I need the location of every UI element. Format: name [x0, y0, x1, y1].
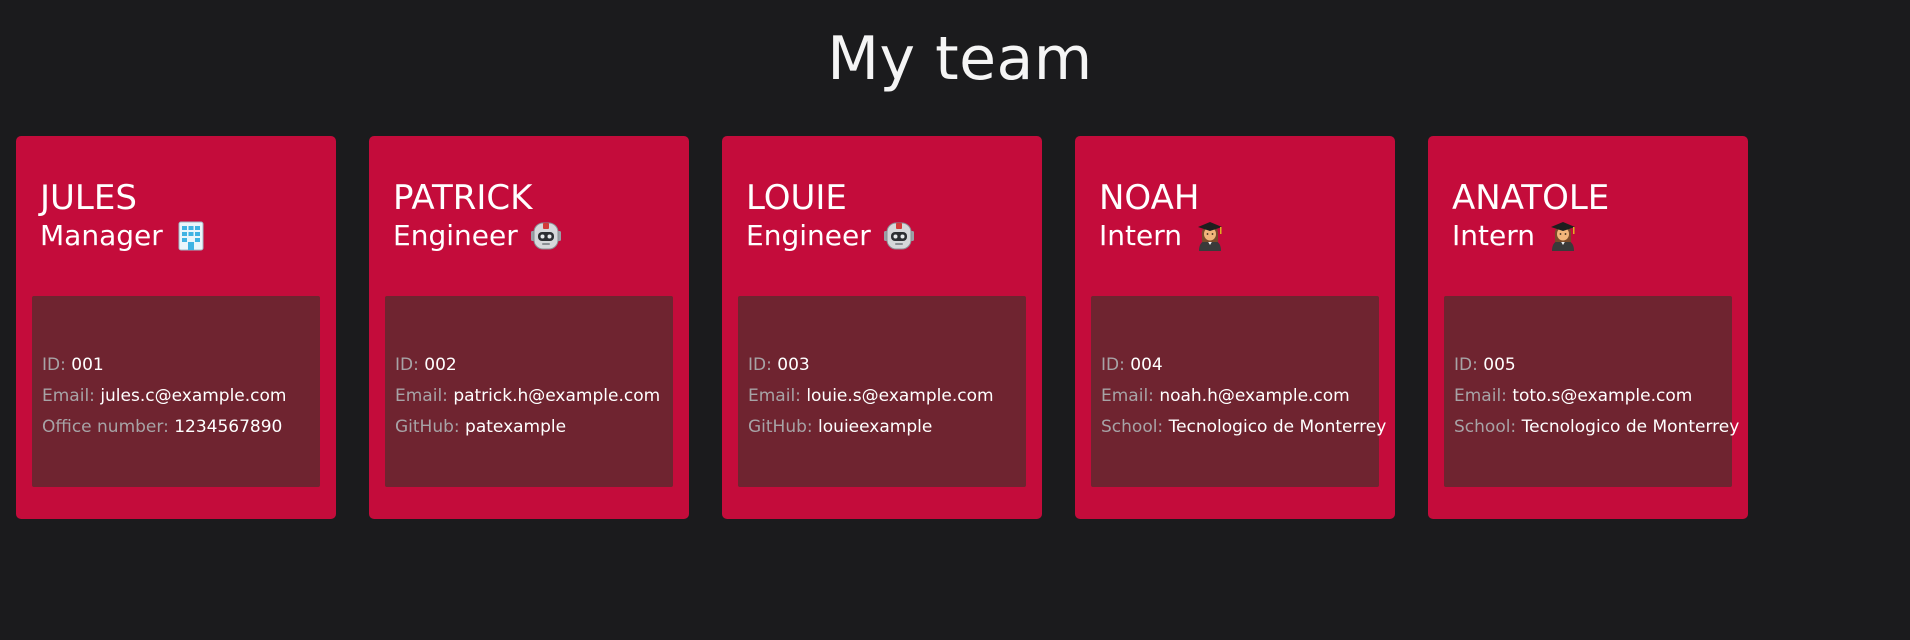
github-label: GitHub:	[395, 417, 460, 437]
github-value: patexample	[465, 417, 567, 437]
employee-card-noah: NOAH Intern ID: 004 Email: noah.h@exampl…	[1075, 136, 1395, 519]
email-row: Email: jules.c@example.com	[42, 381, 310, 412]
id-row: ID: 001	[42, 350, 310, 381]
school-label: School:	[1454, 417, 1517, 437]
employee-role: Intern	[1099, 218, 1226, 254]
employee-card-jules: JULES Manager ID: 001 Email: jules.c@exa…	[16, 136, 336, 519]
email-value: jules.c@example.com	[100, 386, 287, 406]
github-row: GitHub: patexample	[395, 412, 663, 443]
card-header: PATRICK Engineer	[393, 178, 562, 254]
employee-role: Engineer	[393, 218, 562, 254]
employee-details: ID: 005 Email: toto.s@example.com School…	[1444, 296, 1739, 487]
role-label: Engineer	[746, 219, 871, 252]
email-label: Email:	[748, 386, 801, 406]
team-cards: JULES Manager ID: 001 Email: jules.c@exa…	[16, 136, 1748, 519]
page-title: My team	[827, 24, 1093, 94]
github-value: louieexample	[818, 417, 933, 437]
id-row: ID: 003	[748, 350, 1016, 381]
school-value: Tecnologico de Monterrey	[1521, 417, 1740, 437]
employee-role: Manager	[40, 218, 207, 254]
employee-name: LOUIE	[746, 178, 847, 218]
school-row: School: Tecnologico de Monterrey	[1454, 412, 1739, 443]
student-icon	[1547, 220, 1579, 252]
email-row: Email: toto.s@example.com	[1454, 381, 1722, 412]
page: My team JULES Manager ID: 001 Email: jul…	[0, 0, 1910, 640]
email-label: Email:	[1454, 386, 1507, 406]
role-label: Intern	[1452, 219, 1535, 252]
email-value: toto.s@example.com	[1512, 386, 1693, 406]
role-label: Engineer	[393, 219, 518, 252]
id-value: 001	[71, 355, 104, 375]
card-header: ANATOLE Intern	[1452, 178, 1609, 254]
id-value: 003	[777, 355, 810, 375]
id-label: ID:	[395, 355, 419, 375]
employee-card-louie: LOUIE Engineer ID: 003 Email: louie.s@ex…	[722, 136, 1042, 519]
employee-role: Intern	[1452, 218, 1609, 254]
office-number-label: Office number:	[42, 417, 169, 437]
id-row: ID: 002	[395, 350, 663, 381]
id-label: ID:	[1454, 355, 1478, 375]
role-label: Manager	[40, 219, 163, 252]
id-label: ID:	[748, 355, 772, 375]
id-row: ID: 005	[1454, 350, 1722, 381]
email-value: patrick.h@example.com	[453, 386, 661, 406]
github-row: GitHub: louieexample	[748, 412, 1016, 443]
id-value: 004	[1130, 355, 1163, 375]
school-label: School:	[1101, 417, 1164, 437]
employee-card-anatole: ANATOLE Intern ID: 005 Email: toto.s@exa…	[1428, 136, 1748, 519]
employee-name: NOAH	[1099, 178, 1200, 218]
card-header: JULES Manager	[40, 178, 207, 254]
email-label: Email:	[42, 386, 95, 406]
employee-details: ID: 003 Email: louie.s@example.com GitHu…	[738, 296, 1026, 487]
id-row: ID: 004	[1101, 350, 1369, 381]
role-label: Intern	[1099, 219, 1182, 252]
student-icon	[1194, 220, 1226, 252]
email-value: noah.h@example.com	[1159, 386, 1350, 406]
office-number-row: Office number: 1234567890	[42, 412, 310, 443]
office-building-icon	[175, 220, 207, 252]
employee-name: ANATOLE	[1452, 178, 1610, 218]
email-row: Email: patrick.h@example.com	[395, 381, 663, 412]
employee-name: JULES	[40, 178, 137, 218]
card-header: LOUIE Engineer	[746, 178, 915, 254]
github-label: GitHub:	[748, 417, 813, 437]
school-row: School: Tecnologico de Monterrey	[1101, 412, 1386, 443]
email-row: Email: noah.h@example.com	[1101, 381, 1369, 412]
id-value: 002	[424, 355, 457, 375]
id-label: ID:	[1101, 355, 1125, 375]
email-value: louie.s@example.com	[806, 386, 994, 406]
id-label: ID:	[42, 355, 66, 375]
employee-details: ID: 001 Email: jules.c@example.com Offic…	[32, 296, 320, 487]
school-value: Tecnologico de Monterrey	[1168, 417, 1387, 437]
employee-details: ID: 002 Email: patrick.h@example.com Git…	[385, 296, 673, 487]
id-value: 005	[1483, 355, 1516, 375]
employee-details: ID: 004 Email: noah.h@example.com School…	[1091, 296, 1386, 487]
office-number-value: 1234567890	[174, 417, 283, 437]
email-label: Email:	[395, 386, 448, 406]
robot-icon	[530, 220, 562, 252]
employee-role: Engineer	[746, 218, 915, 254]
robot-icon	[883, 220, 915, 252]
card-header: NOAH Intern	[1099, 178, 1226, 254]
employee-card-patrick: PATRICK Engineer ID: 002 Email: patrick.…	[369, 136, 689, 519]
email-label: Email:	[1101, 386, 1154, 406]
employee-name: PATRICK	[393, 178, 533, 218]
email-row: Email: louie.s@example.com	[748, 381, 1016, 412]
